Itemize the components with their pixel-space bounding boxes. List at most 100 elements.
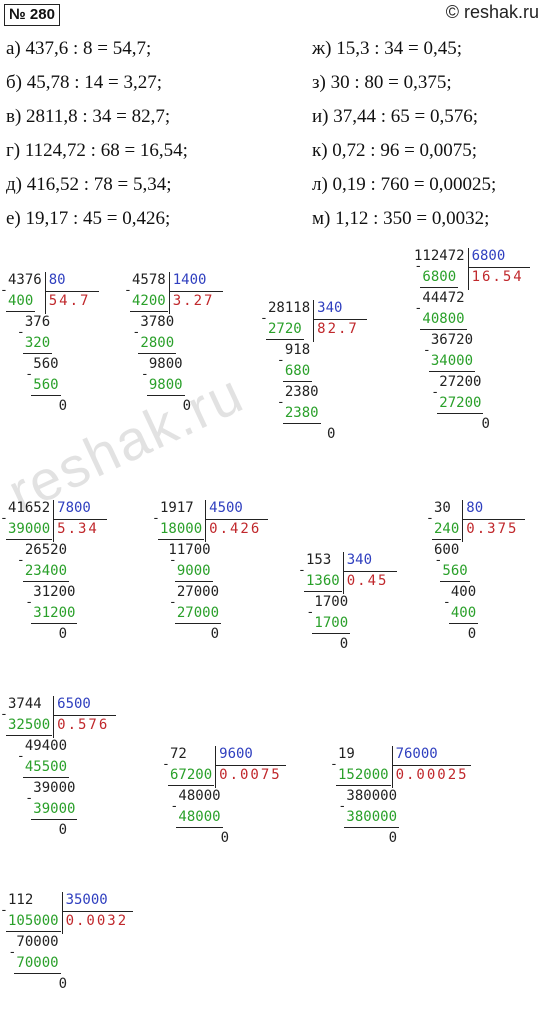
quotient: 0.0075 xyxy=(219,767,282,783)
partial-remainder: 9800 xyxy=(148,356,183,372)
minus-sign: - xyxy=(152,511,160,526)
quotient: 0.0032 xyxy=(65,913,129,929)
subtrahend: 1360 xyxy=(306,573,340,589)
subtraction-line xyxy=(312,633,351,634)
subtrahend: 2380 xyxy=(284,405,319,421)
subtraction-line xyxy=(22,353,53,354)
subtrahend: 27200 xyxy=(439,395,482,411)
divisor-underline xyxy=(342,571,397,572)
division-bar xyxy=(61,892,63,934)
divisor: 4500 xyxy=(209,500,243,516)
dividend: 4578 xyxy=(132,272,166,288)
subtrahend: 6800 xyxy=(422,269,457,285)
partial-remainder: 560 xyxy=(33,356,59,372)
subtraction-line xyxy=(304,591,342,592)
division-bar xyxy=(53,696,55,738)
subtrahend: 560 xyxy=(442,563,468,579)
subtrahend: 67200 xyxy=(170,767,213,783)
quotient: 3.27 xyxy=(172,293,215,309)
minus-sign: - xyxy=(16,749,25,764)
partial-remainder: 2380 xyxy=(284,384,319,400)
divisor-underline xyxy=(391,765,472,766)
subtrahend: 560 xyxy=(33,377,59,393)
dividend: 41652 xyxy=(8,500,51,516)
dividend: 4376 xyxy=(8,272,42,288)
equation-m: м) 1,12 : 350 = 0,0032; xyxy=(312,208,490,229)
remainder: 0 xyxy=(182,398,192,414)
subtrahend: 320 xyxy=(24,335,51,351)
task-number-badge: № 280 xyxy=(4,4,60,26)
divisor: 6800 xyxy=(471,248,506,264)
minus-sign: - xyxy=(306,605,315,620)
subtraction-line xyxy=(14,973,61,974)
minus-sign: - xyxy=(168,553,177,568)
minus-sign: - xyxy=(140,367,149,382)
divisor: 35000 xyxy=(65,892,108,908)
partial-remainder: 27200 xyxy=(439,374,482,390)
equation-i: и) 37,44 : 65 = 0,576; xyxy=(312,106,479,127)
dividend: 19 xyxy=(338,746,355,762)
subtraction-line xyxy=(6,735,53,736)
divisor: 80 xyxy=(466,500,484,516)
partial-remainder: 3780 xyxy=(140,314,175,330)
minus-sign: - xyxy=(170,799,179,814)
minus-sign: - xyxy=(0,903,8,918)
equation-e: е) 19,17 : 45 = 0,426; xyxy=(6,208,171,229)
division-bar xyxy=(215,746,217,788)
subtraction-line xyxy=(282,381,313,382)
minus-sign: - xyxy=(442,595,451,610)
partial-remainder: 36720 xyxy=(430,332,474,348)
partial-remainder: 70000 xyxy=(16,934,59,950)
dividend: 153 xyxy=(306,552,332,568)
subtrahend: 105000 xyxy=(8,913,59,929)
subtraction-line xyxy=(437,413,484,414)
remainder: 0 xyxy=(327,426,336,442)
partial-remainder: 44472 xyxy=(422,290,465,306)
subtraction-line xyxy=(31,819,78,820)
dividend: 28118 xyxy=(268,300,311,316)
minus-sign: - xyxy=(0,707,8,722)
partial-remainder: 26520 xyxy=(24,542,68,558)
subtraction-line xyxy=(146,395,185,396)
divisor: 7800 xyxy=(57,500,91,516)
dividend: 30 xyxy=(434,500,451,516)
minus-sign: - xyxy=(422,343,431,358)
minus-sign: - xyxy=(25,791,34,806)
partial-remainder: 31200 xyxy=(33,584,76,600)
division-bar xyxy=(168,272,170,314)
minus-sign: - xyxy=(276,395,285,410)
subtrahend: 39000 xyxy=(33,801,76,817)
quotient: 0.576 xyxy=(57,717,110,733)
subtrahend: 2800 xyxy=(140,335,175,351)
equation-zh: ж) 15,3 : 34 = 0,45; xyxy=(312,38,462,59)
subtrahend: 45500 xyxy=(24,759,68,775)
divisor-underline xyxy=(467,267,531,268)
minus-sign: - xyxy=(338,799,347,814)
subtrahend: 4200 xyxy=(132,293,166,309)
divisor-underline xyxy=(61,911,133,912)
subtrahend: 40800 xyxy=(422,311,465,327)
minus-sign: - xyxy=(298,563,306,578)
subtraction-line xyxy=(282,423,321,424)
subtrahend: 1700 xyxy=(314,615,349,631)
minus-sign: - xyxy=(426,511,434,526)
subtrahend: 70000 xyxy=(16,955,59,971)
divisor: 76000 xyxy=(395,746,438,762)
minus-sign: - xyxy=(162,757,170,772)
subtraction-line xyxy=(448,623,479,624)
minus-sign: - xyxy=(0,511,8,526)
partial-remainder: 49400 xyxy=(24,738,68,754)
quotient: 5.34 xyxy=(57,521,99,537)
quotient: 82.7 xyxy=(317,321,359,337)
dividend: 112 xyxy=(8,892,34,908)
subtraction-line xyxy=(6,311,36,312)
divisor-underline xyxy=(44,291,99,292)
site-credit: © reshak.ru xyxy=(445,2,539,22)
equation-b: б) 45,78 : 14 = 3,27; xyxy=(6,72,163,93)
subtrahend: 680 xyxy=(284,363,311,379)
remainder: 0 xyxy=(388,830,398,846)
remainder: 0 xyxy=(220,830,230,846)
subtraction-line xyxy=(174,581,213,582)
equation-g: г) 1124,72 : 68 = 16,54; xyxy=(6,140,188,161)
partial-remainder: 918 xyxy=(284,342,311,358)
